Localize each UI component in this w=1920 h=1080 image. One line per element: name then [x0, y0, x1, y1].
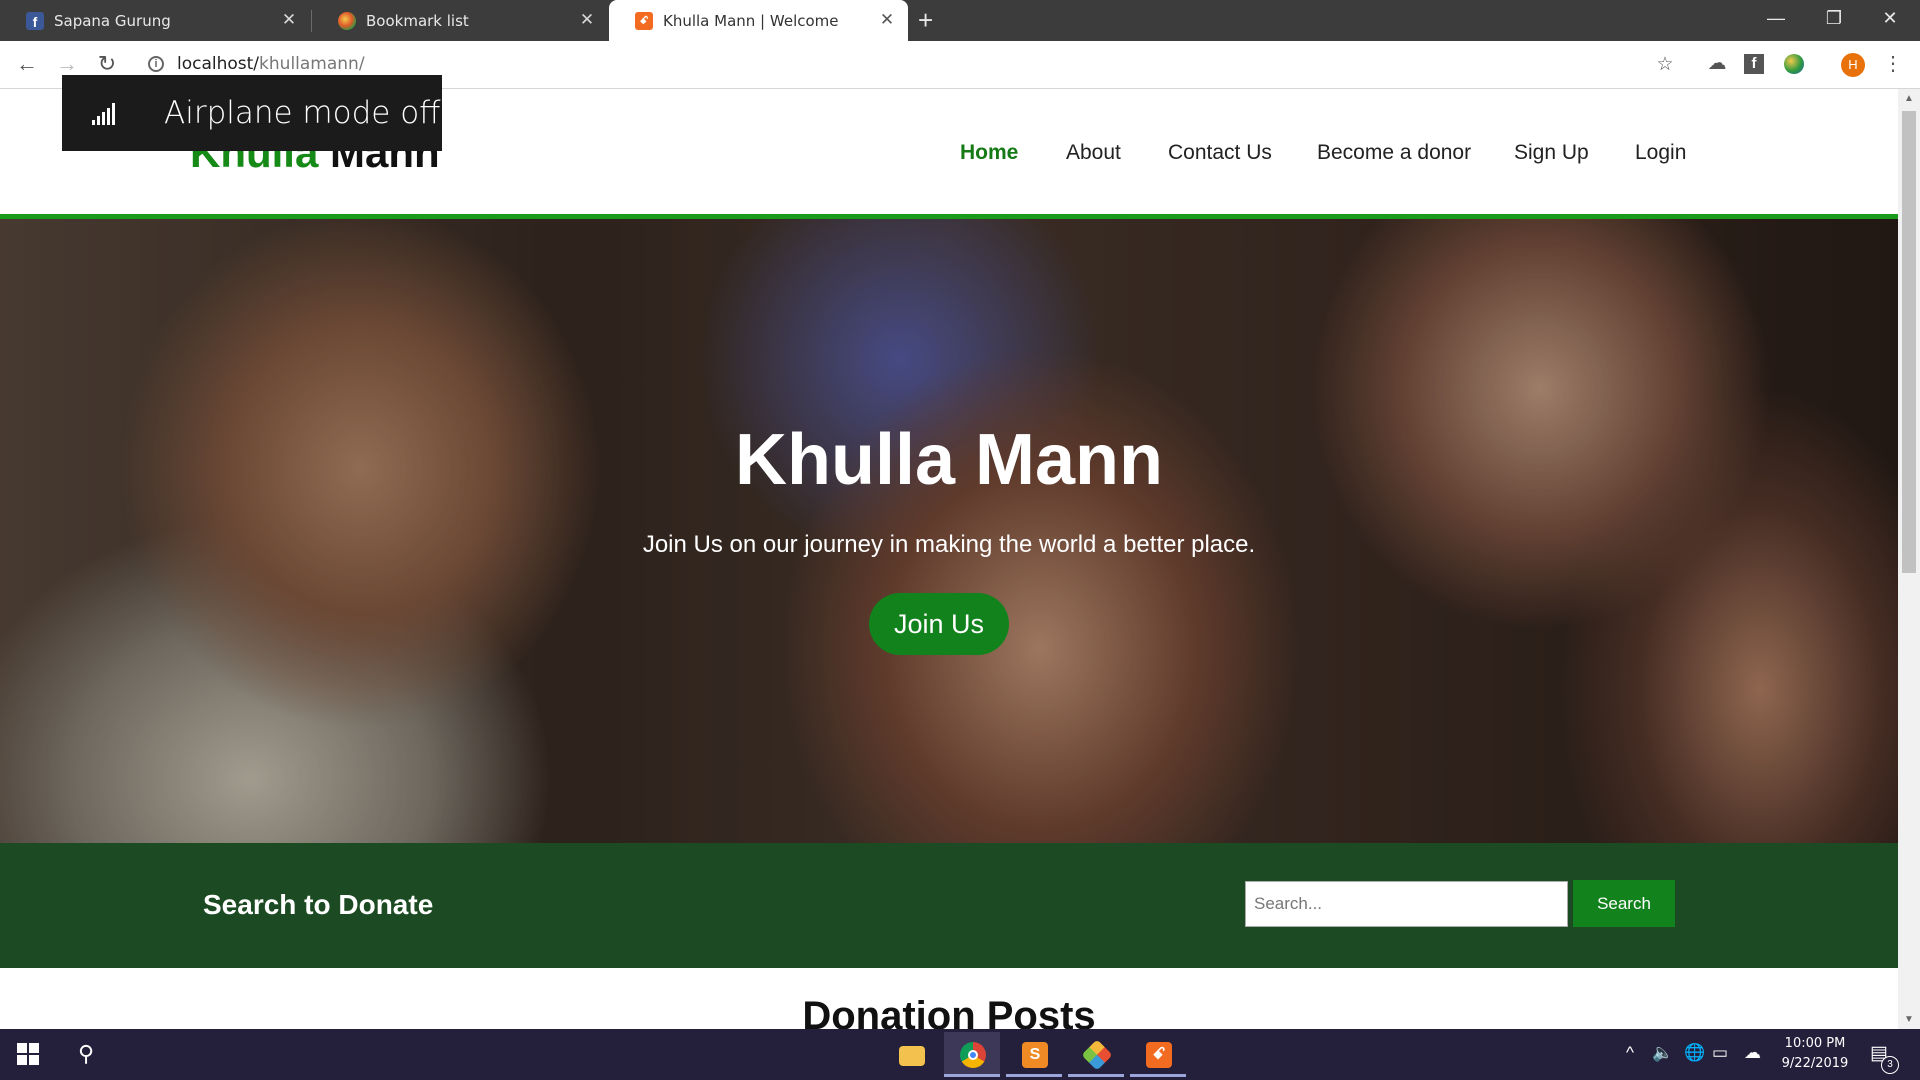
site-info-icon[interactable]: i: [148, 56, 164, 72]
notification-count-badge: 3: [1881, 1056, 1899, 1074]
hero-subtitle: Join Us on our journey in making the wor…: [642, 531, 1256, 558]
url-path: khullamann/: [259, 54, 365, 74]
close-tab-icon[interactable]: ✕: [280, 11, 298, 29]
system-clock[interactable]: 10:00 PM 9/22/2019: [1775, 1034, 1855, 1074]
bookmark-star-icon[interactable]: ☆: [1652, 52, 1678, 78]
nav-login[interactable]: Login: [1635, 141, 1686, 165]
airplane-mode-toast: Airplane mode off: [62, 75, 442, 151]
facebook-icon: f: [26, 12, 44, 30]
clock-time: 10:00 PM: [1784, 1036, 1846, 1051]
extension-globe-icon[interactable]: [1784, 54, 1804, 74]
search-button[interactable]: Search: [1573, 880, 1675, 927]
nav-contact-us[interactable]: Contact Us: [1168, 141, 1272, 165]
tab-sapana-gurung[interactable]: f Sapana Gurung ✕: [0, 0, 310, 41]
onedrive-cloud-icon[interactable]: ☁: [1744, 1043, 1761, 1063]
search-input[interactable]: [1245, 881, 1568, 927]
battery-icon[interactable]: ▭: [1712, 1043, 1728, 1063]
chrome-icon[interactable]: [944, 1032, 1000, 1077]
file-explorer-icon[interactable]: [883, 1032, 939, 1077]
git-icon[interactable]: [1068, 1032, 1124, 1077]
windows-taskbar: ⚲ S ꗃ ^ 🔈 🌐 ▭ ☁ 10:00 PM 9/22/2019 ▤ 3: [0, 1029, 1920, 1080]
hero-title: Khulla Mann: [735, 420, 1163, 500]
close-tab-icon[interactable]: ✕: [578, 11, 596, 29]
signal-bars-icon: [92, 103, 122, 125]
close-tab-icon[interactable]: ✕: [878, 11, 896, 29]
show-hidden-icons-icon[interactable]: ^: [1626, 1043, 1634, 1063]
minimize-button[interactable]: —: [1748, 0, 1804, 36]
tab-bookmark-list[interactable]: Bookmark list ✕: [312, 0, 608, 41]
tab-khulla-mann-welcome[interactable]: ꗃ Khulla Mann | Welcome ✕: [609, 0, 908, 41]
scroll-down-arrow-icon[interactable]: ▼: [1898, 1014, 1920, 1025]
bookmark-app-icon: [338, 12, 356, 30]
extension-cloud-icon[interactable]: ☁: [1704, 51, 1730, 77]
extension-facebook-icon[interactable]: f: [1744, 54, 1764, 74]
sublime-text-icon[interactable]: S: [1006, 1032, 1062, 1077]
url-host: localhost/: [177, 54, 260, 74]
web-page: Khulla Mann Home About Contact Us Become…: [0, 89, 1898, 1029]
nav-sign-up[interactable]: Sign Up: [1514, 141, 1589, 165]
xampp-icon: ꗃ: [635, 12, 653, 30]
volume-icon[interactable]: 🔈: [1652, 1043, 1673, 1063]
scroll-up-arrow-icon[interactable]: ▲: [1898, 93, 1920, 104]
xampp-icon[interactable]: ꗃ: [1130, 1032, 1186, 1077]
back-button[interactable]: ←: [12, 49, 42, 79]
chrome-menu-icon[interactable]: ⋮: [1880, 51, 1906, 77]
donation-posts-heading: Donation Posts: [802, 994, 1096, 1029]
join-us-button[interactable]: Join Us: [869, 593, 1009, 655]
restore-button[interactable]: ❐: [1806, 0, 1862, 36]
network-globe-icon[interactable]: 🌐: [1684, 1043, 1705, 1063]
nav-home[interactable]: Home: [960, 141, 1018, 165]
url-text[interactable]: localhost/khullamann/: [177, 54, 365, 74]
tab-title: Khulla Mann | Welcome: [663, 11, 839, 30]
search-section-heading: Search to Donate: [203, 889, 434, 920]
search-to-donate-section: Search to Donate Search: [0, 843, 1898, 968]
clock-date: 9/22/2019: [1781, 1056, 1849, 1071]
new-tab-button[interactable]: +: [918, 6, 933, 34]
scrollbar-thumb[interactable]: [1902, 111, 1916, 573]
nav-become-a-donor[interactable]: Become a donor: [1317, 141, 1471, 165]
search-icon[interactable]: ⚲: [78, 1041, 94, 1067]
hero-banner: Khulla Mann Join Us on our journey in ma…: [0, 219, 1898, 843]
tab-title: Sapana Gurung: [54, 11, 171, 30]
profile-avatar[interactable]: H: [1841, 53, 1865, 77]
browser-tab-strip: f Sapana Gurung ✕ Bookmark list ✕ ꗃ Khul…: [0, 0, 1920, 41]
windows-start-icon[interactable]: [17, 1043, 39, 1065]
nav-about[interactable]: About: [1066, 141, 1121, 165]
close-window-button[interactable]: ✕: [1862, 0, 1918, 36]
tab-title: Bookmark list: [366, 11, 469, 30]
page-scrollbar[interactable]: ▲ ▼: [1898, 89, 1920, 1029]
toast-message: Airplane mode off: [164, 95, 441, 131]
